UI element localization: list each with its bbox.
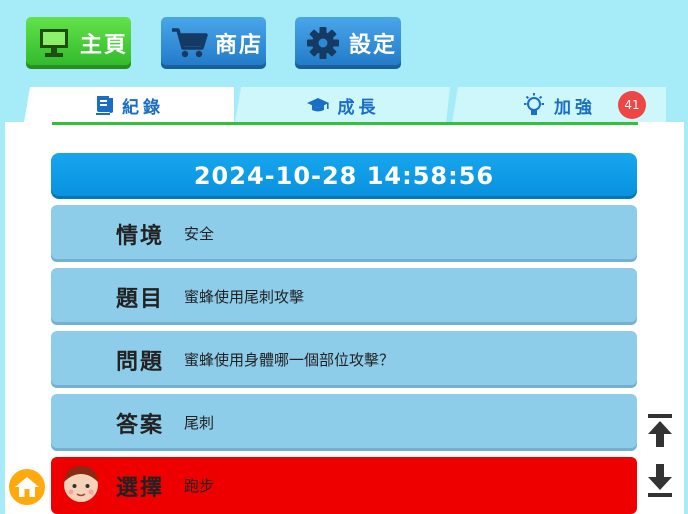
house-icon xyxy=(15,477,39,497)
row-question: 問題 蜜蜂使用身體哪一個部位攻擊？ xyxy=(51,331,637,388)
home-shortcut-button[interactable] xyxy=(7,467,47,507)
shop-button[interactable]: 商店 xyxy=(161,17,266,69)
row-key: 情境 xyxy=(115,223,164,249)
home-button[interactable]: 主頁 xyxy=(26,17,131,69)
row-value: 蜜蜂使用尾刺攻擊 xyxy=(184,288,305,306)
row-answer: 答案 尾刺 xyxy=(51,394,637,451)
row-value: 蜜蜂使用身體哪一個部位攻擊？ xyxy=(184,351,395,369)
row-choice: 選擇 跑步 xyxy=(51,457,637,514)
arrow-to-top-icon xyxy=(648,414,672,447)
settings-label: 設定 xyxy=(349,33,398,58)
row-key: 問題 xyxy=(115,349,164,375)
row-key: 答案 xyxy=(115,412,164,438)
arrow-to-bottom-icon xyxy=(648,464,672,497)
row-value: 安全 xyxy=(184,225,215,243)
settings-button[interactable]: 設定 xyxy=(295,17,401,69)
row-context: 情境 安全 xyxy=(51,205,637,262)
tab-records[interactable]: 紀錄 xyxy=(24,87,234,123)
tab-records-label: 紀錄 xyxy=(122,97,164,118)
shop-label: 商店 xyxy=(215,33,264,58)
tab-underline xyxy=(52,122,638,125)
scroll-to-bottom-button[interactable] xyxy=(645,460,675,500)
notification-badge: 41 xyxy=(618,91,646,119)
row-value: 跑步 xyxy=(184,477,215,495)
scroll-icon xyxy=(96,96,113,115)
tab-growth[interactable]: 成長 xyxy=(235,87,450,123)
scroll-to-top-button[interactable] xyxy=(645,411,675,451)
home-label: 主頁 xyxy=(80,33,129,58)
graduation-cap-icon xyxy=(306,96,330,114)
row-topic: 題目 蜜蜂使用尾刺攻擊 xyxy=(51,268,637,325)
tab-growth-label: 成長 xyxy=(337,97,380,118)
gear-icon xyxy=(301,21,345,65)
lightbulb-icon xyxy=(524,93,544,115)
monitor-icon xyxy=(32,21,76,65)
record-datetime: 2024-10-28 14:58:56 xyxy=(51,153,637,199)
row-value: 尾刺 xyxy=(184,414,215,432)
tab-boost-label: 加強 xyxy=(554,97,596,118)
row-key: 題目 xyxy=(115,286,164,312)
avatar xyxy=(60,462,102,506)
cart-icon xyxy=(167,21,211,65)
